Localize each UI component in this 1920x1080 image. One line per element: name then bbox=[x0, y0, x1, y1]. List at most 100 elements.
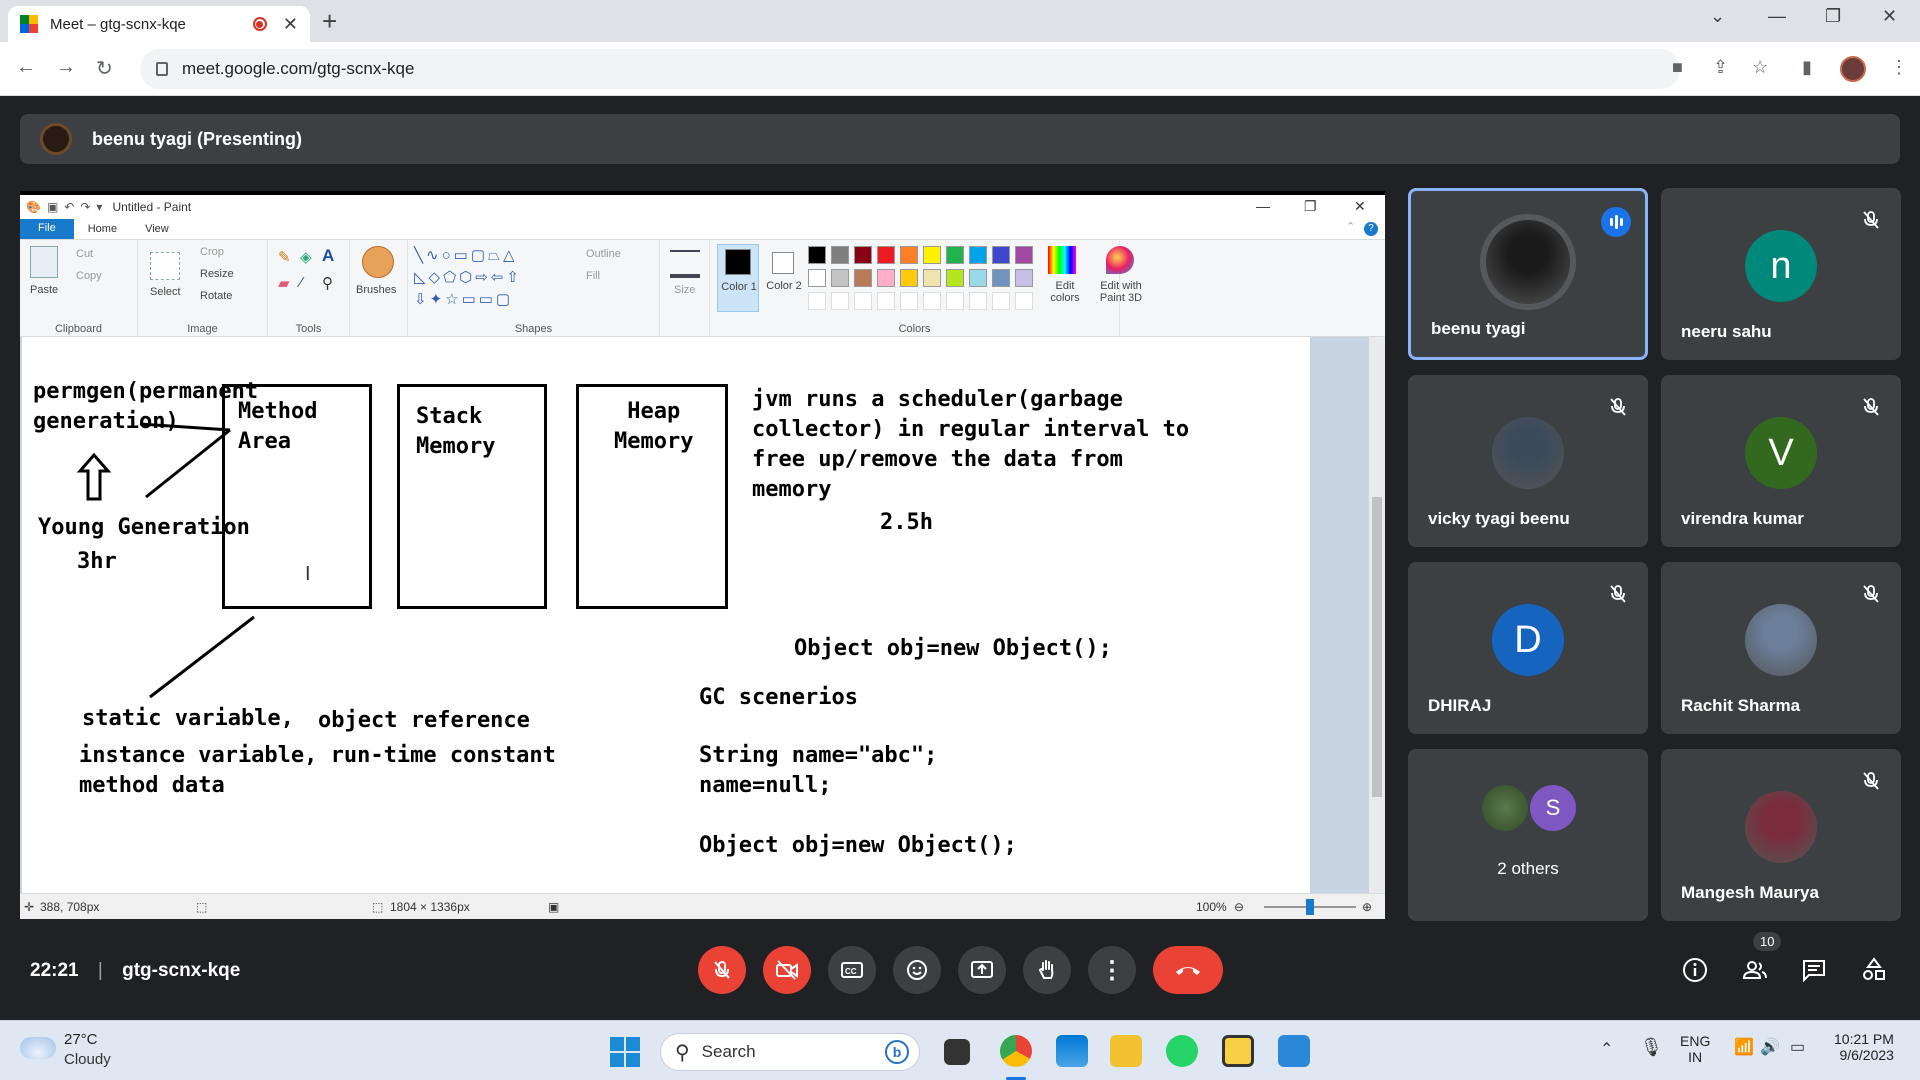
participant-tile[interactable]: D DHIRAJ bbox=[1408, 562, 1648, 734]
shapes-row3-icon[interactable]: ⇩✦☆▭▭▢ bbox=[414, 290, 513, 308]
reactions-button[interactable] bbox=[893, 946, 941, 994]
battery-icon[interactable]: ▭ bbox=[1790, 1037, 1805, 1057]
select-icon[interactable] bbox=[150, 252, 180, 280]
size-label[interactable]: Size bbox=[674, 284, 695, 296]
tab-search-icon[interactable]: ⌄ bbox=[1710, 6, 1725, 27]
fill-bucket-icon[interactable]: ◈ bbox=[300, 248, 312, 266]
rotate-button[interactable]: Rotate bbox=[200, 290, 232, 302]
chrome-icon[interactable] bbox=[1000, 1035, 1032, 1067]
zoom-out-icon[interactable]: ⊖ bbox=[1234, 900, 1244, 914]
forward-icon[interactable]: → bbox=[56, 56, 76, 79]
camera-off-button[interactable] bbox=[763, 946, 811, 994]
show-hidden-icons-icon[interactable]: ⌃ bbox=[1600, 1039, 1613, 1059]
scrollbar-thumb[interactable] bbox=[1372, 497, 1382, 797]
magnifier-icon[interactable]: ⚲ bbox=[322, 274, 333, 292]
edit-colors-icon[interactable] bbox=[1048, 246, 1076, 274]
reload-icon[interactable]: ↻ bbox=[96, 56, 113, 81]
eraser-icon[interactable]: ▰ bbox=[278, 274, 290, 292]
system-clock[interactable]: 10:21 PM 9/6/2023 bbox=[1834, 1031, 1894, 1063]
save-icon[interactable]: ▣ bbox=[47, 200, 58, 214]
paint-close-icon[interactable]: ✕ bbox=[1354, 198, 1366, 215]
participant-tile[interactable]: Mangesh Maurya bbox=[1661, 749, 1901, 921]
select-button[interactable]: Select bbox=[150, 286, 181, 298]
browser-tab-meet[interactable]: Meet – gtg-scnx-kqe ✕ bbox=[8, 6, 310, 42]
paint3d-icon[interactable] bbox=[1106, 246, 1134, 274]
microphone-tray-icon[interactable]: 🎙 bbox=[1640, 1037, 1663, 1058]
resize-button[interactable]: Resize bbox=[200, 268, 234, 280]
side-panel-icon[interactable]: ▮ bbox=[1802, 57, 1812, 78]
leave-call-button[interactable] bbox=[1153, 946, 1223, 994]
zoom-in-icon[interactable]: ⊕ bbox=[1362, 900, 1372, 914]
taskbar-search[interactable]: ⚲ Search b bbox=[660, 1033, 920, 1071]
canvas-vertical-scrollbar[interactable] bbox=[1369, 337, 1385, 897]
crop-button[interactable]: Crop bbox=[200, 246, 224, 258]
fill-button[interactable]: Fill bbox=[586, 270, 600, 282]
sticky-notes-icon[interactable] bbox=[1222, 1035, 1254, 1067]
close-window-icon[interactable]: ✕ bbox=[1882, 6, 1897, 27]
participant-tile[interactable]: Rachit Sharma bbox=[1661, 562, 1901, 734]
people-button[interactable]: 10 bbox=[1739, 932, 1782, 986]
participant-tile[interactable]: n neeru sahu bbox=[1661, 188, 1901, 360]
color-picker-icon[interactable]: ⁄ bbox=[300, 274, 303, 291]
file-explorer-icon[interactable] bbox=[1110, 1035, 1142, 1067]
brushes-icon[interactable] bbox=[362, 246, 394, 278]
activities-button[interactable] bbox=[1858, 954, 1890, 986]
participant-tile[interactable]: beenu tyagi bbox=[1408, 188, 1648, 360]
participant-tile[interactable]: vicky tyagi beenu bbox=[1408, 375, 1648, 547]
camera-icon[interactable]: ■ bbox=[1672, 57, 1683, 78]
volume-icon[interactable]: 🔊 bbox=[1760, 1037, 1780, 1057]
present-button[interactable] bbox=[958, 946, 1006, 994]
cut-button[interactable]: Cut bbox=[76, 248, 93, 260]
store-icon[interactable] bbox=[1056, 1035, 1088, 1067]
paint-canvas[interactable]: permgen(permanent generation) Method Are… bbox=[22, 337, 1310, 897]
tab-view[interactable]: View bbox=[131, 223, 183, 235]
size-icon[interactable] bbox=[670, 250, 700, 278]
notepad-icon[interactable] bbox=[1278, 1035, 1310, 1067]
profile-avatar[interactable] bbox=[1840, 56, 1866, 82]
brushes-label[interactable]: Brushes bbox=[356, 284, 396, 296]
edit-colors-button[interactable]: Edit colors bbox=[1046, 280, 1084, 304]
participant-tile[interactable]: S 2 others bbox=[1408, 749, 1648, 921]
more-options-button[interactable]: ⋮ bbox=[1088, 946, 1136, 994]
new-tab-button[interactable]: + bbox=[322, 6, 337, 37]
minimize-icon[interactable]: — bbox=[1768, 6, 1786, 27]
wifi-icon[interactable]: 📶 bbox=[1734, 1037, 1754, 1057]
tab-home[interactable]: Home bbox=[74, 223, 131, 235]
close-tab-icon[interactable]: ✕ bbox=[283, 14, 298, 35]
participant-tile[interactable]: Vvirendra kumar bbox=[1661, 375, 1901, 547]
paste-label[interactable]: Paste bbox=[30, 284, 58, 296]
tab-file[interactable]: File bbox=[20, 219, 74, 239]
customize-icon[interactable]: ▾ bbox=[96, 200, 102, 214]
chat-button[interactable] bbox=[1798, 954, 1830, 986]
meeting-details-button[interactable] bbox=[1679, 954, 1711, 986]
edit-paint3d-button[interactable]: Edit with Paint 3D bbox=[1094, 280, 1148, 304]
restore-icon[interactable]: ❐ bbox=[1825, 6, 1841, 27]
address-bar[interactable]: meet.google.com/gtg-scnx-kqe bbox=[140, 49, 1680, 89]
share-icon[interactable]: ⇪ bbox=[1713, 57, 1728, 78]
whatsapp-icon[interactable] bbox=[1166, 1035, 1198, 1067]
raise-hand-button[interactable] bbox=[1023, 946, 1071, 994]
language-indicator[interactable]: ENG IN bbox=[1680, 1033, 1710, 1065]
shapes-row2-icon[interactable]: ◺◇⬠⬡⇨⇦⇧ bbox=[414, 268, 522, 286]
captions-button[interactable]: CC bbox=[828, 946, 876, 994]
start-button[interactable] bbox=[610, 1037, 640, 1067]
ribbon-collapse-icon[interactable]: ⌃ bbox=[1346, 220, 1355, 233]
undo-icon[interactable]: ↶ bbox=[64, 200, 74, 214]
copy-button[interactable]: Copy bbox=[76, 270, 102, 282]
paint-minimize-icon[interactable]: — bbox=[1256, 198, 1270, 214]
pencil-icon[interactable]: ✎ bbox=[278, 248, 291, 266]
help-icon[interactable]: ? bbox=[1364, 222, 1378, 236]
zoom-slider-thumb[interactable] bbox=[1306, 899, 1314, 915]
bookmark-star-icon[interactable]: ☆ bbox=[1752, 57, 1768, 78]
task-view-icon[interactable] bbox=[944, 1039, 970, 1065]
text-tool-icon[interactable]: A bbox=[322, 246, 334, 266]
shapes-row1-icon[interactable]: ╲∿○▭▢⏢△ bbox=[414, 246, 518, 264]
paint-restore-icon[interactable]: ❐ bbox=[1304, 198, 1317, 215]
browser-menu-icon[interactable]: ⋮ bbox=[1890, 57, 1908, 78]
mic-off-button[interactable] bbox=[698, 946, 746, 994]
outline-button[interactable]: Outline bbox=[586, 248, 621, 260]
back-icon[interactable]: ← bbox=[16, 56, 36, 79]
bing-icon[interactable]: b bbox=[885, 1040, 909, 1064]
redo-icon[interactable]: ↷ bbox=[80, 200, 90, 214]
paste-icon[interactable] bbox=[30, 246, 58, 278]
